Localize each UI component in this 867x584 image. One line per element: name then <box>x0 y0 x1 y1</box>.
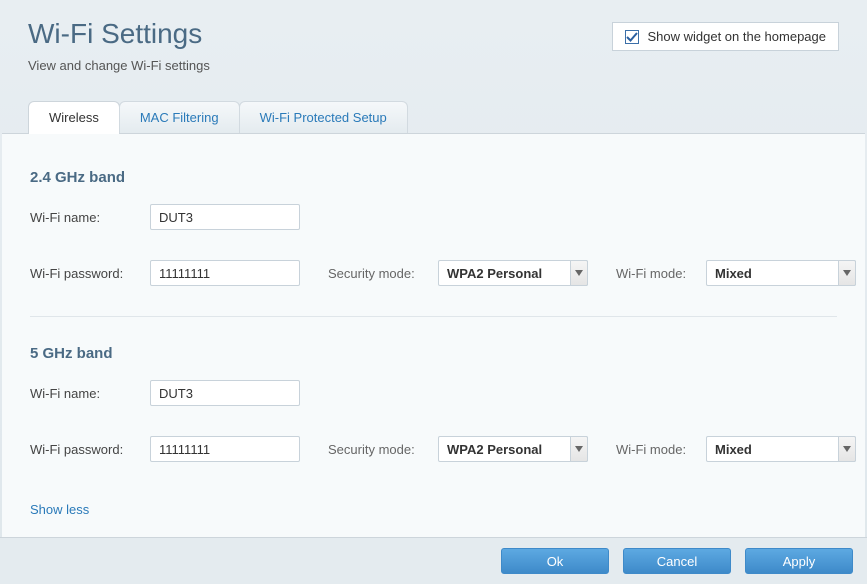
band5-password-row: Wi-Fi password: Security mode: Wi-Fi mod… <box>30 436 837 462</box>
band24-mode-label: Wi-Fi mode: <box>616 266 706 281</box>
band24-security-value[interactable] <box>438 260 588 286</box>
band24-security-select[interactable] <box>438 260 588 286</box>
band5-security-label: Security mode: <box>328 442 438 457</box>
tabs: Wireless MAC Filtering Wi-Fi Protected S… <box>28 101 839 133</box>
band5-password-label: Wi-Fi password: <box>30 442 150 457</box>
band5-mode-label: Wi-Fi mode: <box>616 442 706 457</box>
band24-password-label: Wi-Fi password: <box>30 266 150 281</box>
band5-security-value[interactable] <box>438 436 588 462</box>
band5-name-row: Wi-Fi name: <box>30 380 837 406</box>
footer: Ok Cancel Apply <box>0 537 867 584</box>
band5-mode-value[interactable] <box>706 436 856 462</box>
cancel-button[interactable]: Cancel <box>623 548 731 574</box>
show-widget-toggle[interactable]: Show widget on the homepage <box>612 22 839 51</box>
page-title: Wi-Fi Settings <box>28 18 210 50</box>
band5-name-label: Wi-Fi name: <box>30 386 150 401</box>
apply-button[interactable]: Apply <box>745 548 853 574</box>
band5-mode-select[interactable] <box>706 436 856 462</box>
band5-name-input[interactable] <box>150 380 300 406</box>
band24-security-label: Security mode: <box>328 266 438 281</box>
band24-mode-value[interactable] <box>706 260 856 286</box>
title-block: Wi-Fi Settings View and change Wi-Fi set… <box>28 18 210 73</box>
band24-mode-select[interactable] <box>706 260 856 286</box>
ok-button[interactable]: Ok <box>501 548 609 574</box>
show-less-link[interactable]: Show less <box>30 502 89 517</box>
show-widget-label: Show widget on the homepage <box>647 29 826 44</box>
settings-panel: 2.4 GHz band Wi-Fi name: Wi-Fi password:… <box>2 133 865 537</box>
band24-name-row: Wi-Fi name: <box>30 204 837 230</box>
band5-password-input[interactable] <box>150 436 300 462</box>
band5-title: 5 GHz band <box>30 345 837 362</box>
tab-mac-filtering[interactable]: MAC Filtering <box>119 101 240 133</box>
header: Wi-Fi Settings View and change Wi-Fi set… <box>0 0 867 83</box>
band24-name-input[interactable] <box>150 204 300 230</box>
wifi-settings-page: Wi-Fi Settings View and change Wi-Fi set… <box>0 0 867 565</box>
divider <box>30 316 837 317</box>
page-subtitle: View and change Wi-Fi settings <box>28 58 210 73</box>
check-icon <box>626 31 638 43</box>
band24-password-input[interactable] <box>150 260 300 286</box>
tab-wps[interactable]: Wi-Fi Protected Setup <box>239 101 408 133</box>
show-widget-checkbox[interactable] <box>625 30 639 44</box>
band24-title: 2.4 GHz band <box>30 169 837 186</box>
band5-security-select[interactable] <box>438 436 588 462</box>
band24-password-row: Wi-Fi password: Security mode: Wi-Fi mod… <box>30 260 837 286</box>
tab-wireless[interactable]: Wireless <box>28 101 120 134</box>
band24-name-label: Wi-Fi name: <box>30 210 150 225</box>
